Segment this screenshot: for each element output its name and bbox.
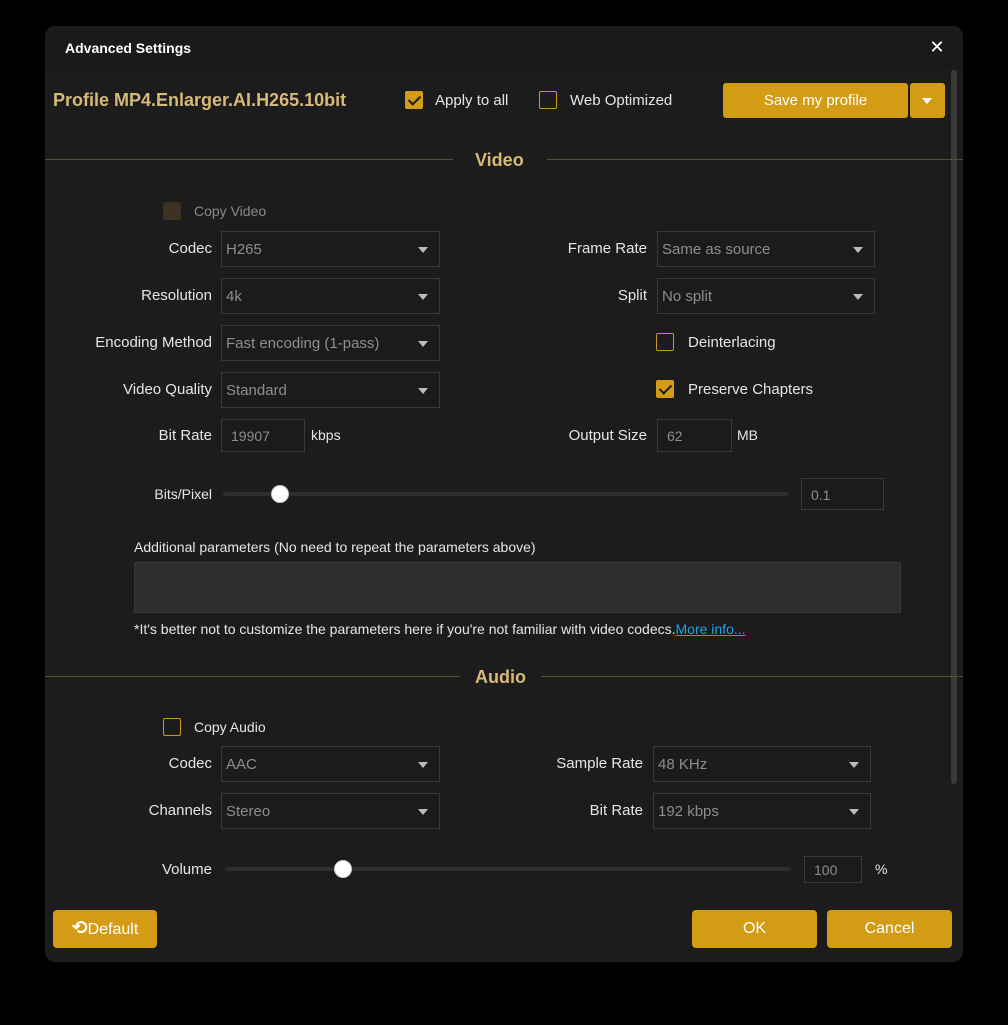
web-optimized-label: Web Optimized <box>570 92 673 109</box>
default-button[interactable]: ⟲Default <box>53 910 157 948</box>
copy-video-checkbox[interactable] <box>163 202 181 220</box>
chevron-down-icon <box>418 294 428 300</box>
save-profile-label: Save my profile <box>763 92 868 109</box>
ok-button[interactable]: OK <box>692 910 817 948</box>
volume-slider[interactable] <box>225 867 791 871</box>
chevron-down-icon <box>853 294 863 300</box>
video-bit-rate-input[interactable]: 19907 <box>221 419 305 452</box>
sample-rate-label: Sample Rate <box>556 755 643 772</box>
section-divider <box>547 159 963 160</box>
audio-bit-rate-value: 192 kbps <box>658 803 719 820</box>
output-size-input[interactable]: 62 <box>657 419 732 452</box>
bits-pixel-label: Bits/Pixel <box>154 486 212 502</box>
video-bit-rate-value: 19907 <box>231 428 270 444</box>
section-divider <box>45 676 460 677</box>
copy-audio-checkbox[interactable] <box>163 718 181 736</box>
apply-to-all-label: Apply to all <box>435 92 509 109</box>
close-icon[interactable]: ✕ <box>929 38 945 56</box>
copy-audio-label: Copy Audio <box>194 719 266 735</box>
audio-bit-rate-select[interactable]: 192 kbps <box>653 793 871 829</box>
chevron-down-icon <box>418 341 428 347</box>
default-button-label: Default <box>87 921 139 938</box>
chevron-down-icon <box>418 388 428 394</box>
section-divider <box>45 159 453 160</box>
volume-slider-handle[interactable] <box>334 860 352 878</box>
video-codec-value: H265 <box>226 241 262 258</box>
frame-rate-value: Same as source <box>662 241 771 258</box>
encoding-method-select[interactable]: Fast encoding (1-pass) <box>221 325 440 361</box>
more-info-link[interactable]: More info... <box>676 621 746 637</box>
channels-select[interactable]: Stereo <box>221 793 440 829</box>
codec-label: Codec <box>168 240 212 257</box>
codec-hint: *It's better not to customize the parame… <box>134 621 746 637</box>
bits-pixel-input[interactable]: 0.1 <box>801 478 884 510</box>
channels-label: Channels <box>148 802 212 819</box>
split-select[interactable]: No split <box>657 278 875 314</box>
video-quality-select[interactable]: Standard <box>221 372 440 408</box>
additional-params-textarea[interactable] <box>134 562 901 613</box>
cancel-button[interactable]: Cancel <box>827 910 952 948</box>
bits-pixel-slider-handle[interactable] <box>271 485 289 503</box>
preserve-chapters-label: Preserve Chapters <box>688 381 814 398</box>
audio-codec-label: Codec <box>168 755 212 772</box>
encoding-method-label: Encoding Method <box>95 334 212 351</box>
audio-bit-rate-label: Bit Rate <box>589 802 643 819</box>
bit-rate-unit: kbps <box>311 427 341 443</box>
apply-to-all-checkbox[interactable] <box>405 91 423 109</box>
output-size-unit: MB <box>737 427 758 443</box>
output-size-value: 62 <box>667 428 683 444</box>
output-size-label: Output Size <box>568 427 647 444</box>
web-optimized-checkbox[interactable] <box>539 91 557 109</box>
chevron-down-icon <box>922 98 932 104</box>
bits-pixel-value: 0.1 <box>811 487 831 503</box>
frame-rate-label: Frame Rate <box>567 240 647 257</box>
channels-value: Stereo <box>226 803 271 820</box>
split-label: Split <box>617 287 647 304</box>
sample-rate-select[interactable]: 48 KHz <box>653 746 871 782</box>
chevron-down-icon <box>418 809 428 815</box>
volume-unit: % <box>875 861 888 877</box>
encoding-method-value: Fast encoding (1-pass) <box>226 335 380 352</box>
profile-name: Profile MP4.Enlarger.AI.H265.10bit <box>53 90 347 110</box>
chevron-down-icon <box>418 247 428 253</box>
sample-rate-value: 48 KHz <box>658 756 708 773</box>
copy-video-label: Copy Video <box>194 203 267 219</box>
cancel-button-label: Cancel <box>864 920 915 937</box>
advanced-settings-dialog: Advanced Settings ✕ Profile MP4.Enlarger… <box>45 26 963 962</box>
ok-button-label: OK <box>742 920 767 937</box>
deinterlacing-label: Deinterlacing <box>688 334 776 351</box>
title-bar: Advanced Settings ✕ <box>45 26 963 70</box>
section-divider <box>541 676 963 677</box>
resolution-select[interactable]: 4k <box>221 278 440 314</box>
save-profile-button[interactable]: Save my profile <box>723 83 908 118</box>
chevron-down-icon <box>418 762 428 768</box>
video-quality-label: Video Quality <box>123 381 212 398</box>
undo-icon: ⟲ <box>71 918 88 939</box>
preserve-chapters-checkbox[interactable] <box>656 380 674 398</box>
video-section-title: Video <box>475 150 524 170</box>
bits-pixel-slider[interactable] <box>223 492 788 496</box>
chevron-down-icon <box>849 809 859 815</box>
deinterlacing-checkbox[interactable] <box>656 333 674 351</box>
volume-label: Volume <box>161 861 212 878</box>
bit-rate-label: Bit Rate <box>158 427 212 444</box>
video-quality-value: Standard <box>226 382 287 399</box>
resolution-value: 4k <box>226 288 242 305</box>
frame-rate-select[interactable]: Same as source <box>657 231 875 267</box>
video-codec-select[interactable]: H265 <box>221 231 440 267</box>
dialog-title: Advanced Settings <box>65 40 192 56</box>
chevron-down-icon <box>853 247 863 253</box>
resolution-label: Resolution <box>141 287 212 304</box>
split-value: No split <box>662 288 713 305</box>
codec-hint-text: *It's better not to customize the parame… <box>134 621 676 637</box>
chevron-down-icon <box>849 762 859 768</box>
audio-codec-select[interactable]: AAC <box>221 746 440 782</box>
audio-section-title: Audio <box>475 667 526 687</box>
audio-codec-value: AAC <box>226 756 257 773</box>
volume-value: 100 <box>814 862 838 878</box>
save-profile-dropdown-button[interactable] <box>910 83 945 118</box>
volume-input[interactable]: 100 <box>804 856 862 883</box>
additional-params-label: Additional parameters (No need to repeat… <box>134 539 536 555</box>
